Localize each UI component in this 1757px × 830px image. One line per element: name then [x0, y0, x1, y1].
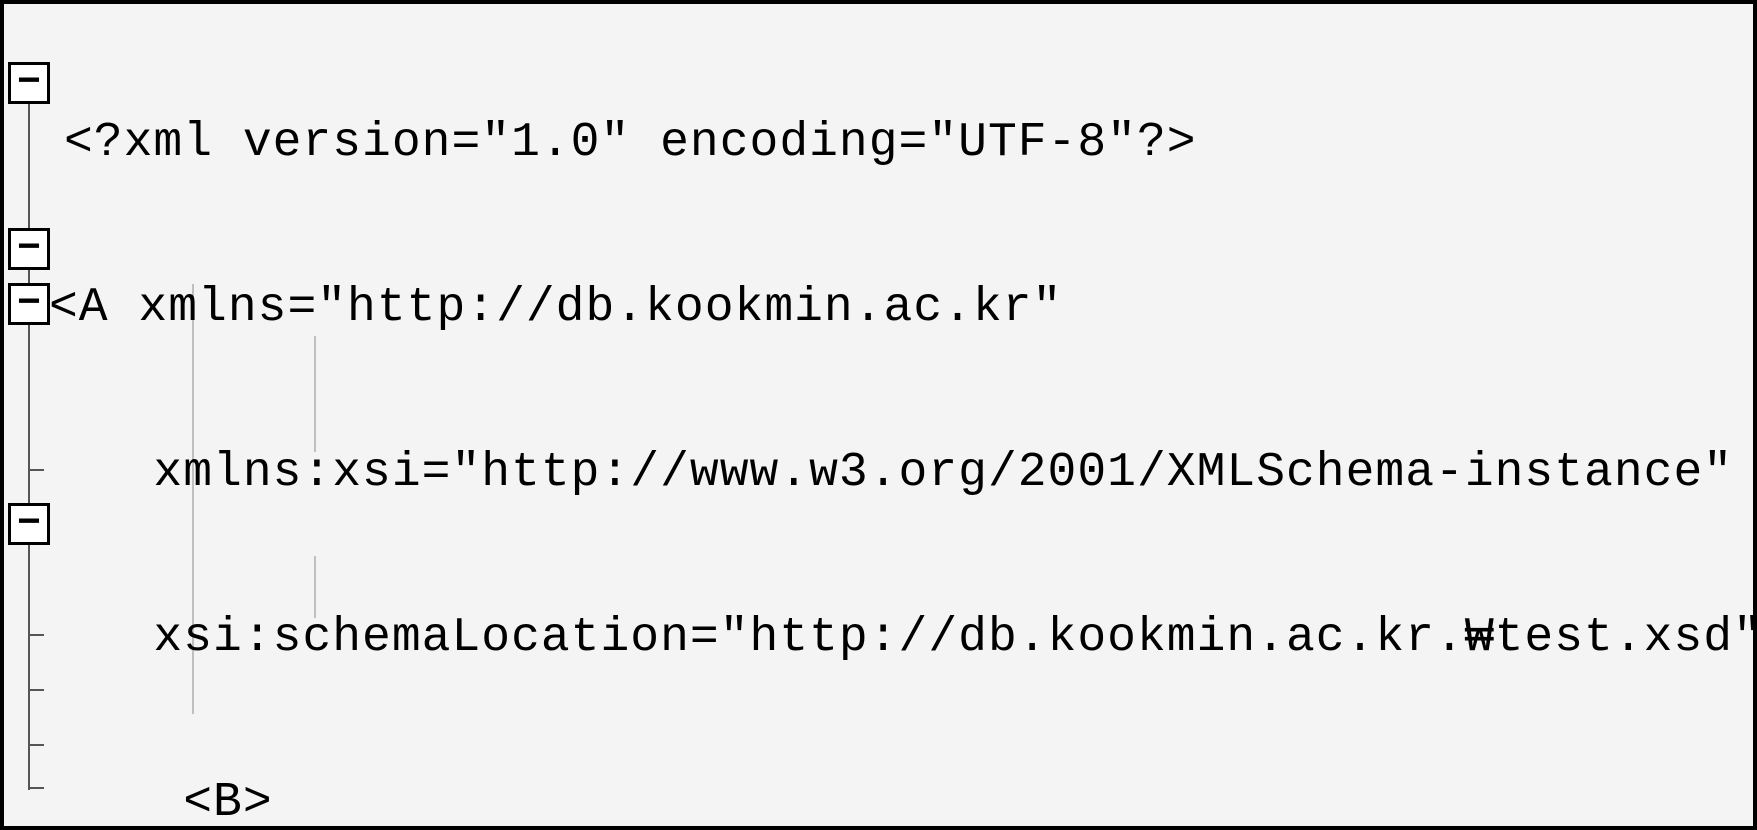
- code-line[interactable]: xmlns:xsi="http://www.w3.org/2001/XMLSch…: [64, 446, 1757, 501]
- minus-icon: −: [17, 222, 41, 277]
- code-area[interactable]: <?xml version="1.0" encoding="UTF-8"?> <…: [64, 6, 1757, 830]
- tree-tick: [28, 469, 44, 471]
- minus-icon: −: [17, 497, 41, 552]
- fold-toggle-b[interactable]: −: [8, 228, 50, 270]
- fold-toggle-a[interactable]: −: [8, 62, 50, 104]
- minus-icon: −: [17, 277, 41, 332]
- tree-line-a: [28, 100, 30, 790]
- code-line[interactable]: <A xmlns="http://db.kookmin.ac.kr": [49, 281, 1757, 336]
- code-line[interactable]: xsi:schemaLocation="http://db.kookmin.ac…: [64, 611, 1757, 666]
- tree-tick: [28, 689, 44, 691]
- tree-tick: [28, 634, 44, 636]
- tree-tick: [28, 787, 44, 789]
- minus-icon: −: [17, 56, 41, 111]
- code-line[interactable]: <B>: [64, 776, 1757, 830]
- xml-editor-panel: − − − − <?xml version="1.0" encoding="UT…: [0, 0, 1757, 830]
- fold-toggle-c2[interactable]: −: [8, 503, 50, 545]
- tree-tick: [28, 744, 44, 746]
- fold-toggle-c1[interactable]: −: [8, 283, 50, 325]
- code-line[interactable]: <?xml version="1.0" encoding="UTF-8"?>: [64, 116, 1757, 171]
